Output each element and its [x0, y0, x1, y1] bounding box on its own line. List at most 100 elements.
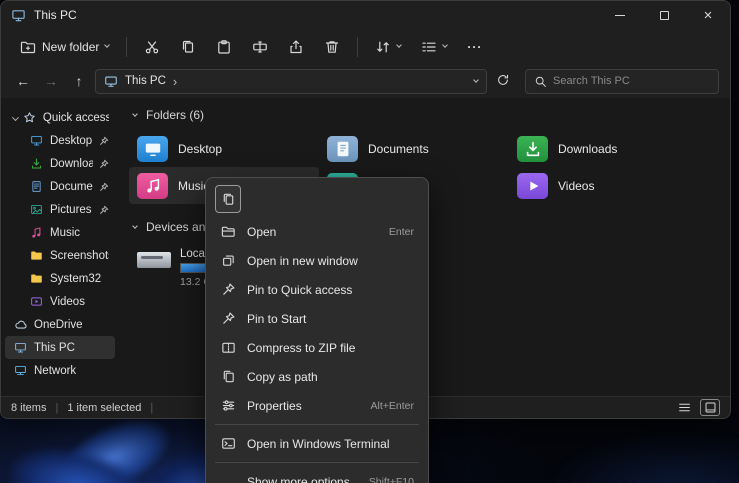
view-button[interactable]: [414, 34, 454, 60]
sidebar-item-pictures[interactable]: Pictures: [5, 198, 115, 221]
sidebar-item-screenshots[interactable]: Screenshots: [5, 244, 115, 267]
search-box[interactable]: [525, 69, 719, 94]
delete-button[interactable]: [317, 34, 347, 60]
folder-tile-desktop[interactable]: Desktop: [129, 130, 319, 167]
chevron-down-icon: [443, 42, 449, 48]
downloads-icon: [29, 156, 44, 171]
refresh-icon: [496, 73, 510, 87]
sidebar-item-this-pc[interactable]: This PC: [5, 336, 115, 359]
folder-name: Desktop: [178, 142, 222, 156]
breadcrumb-separator-icon: ›: [173, 74, 177, 89]
documents-icon: [29, 179, 44, 194]
sidebar-item-music[interactable]: Music: [5, 221, 115, 244]
chevron-down-icon: [105, 42, 111, 48]
address-bar[interactable]: This PC ›: [95, 69, 487, 94]
network-icon: [13, 363, 28, 378]
selection-count: 1 item selected: [67, 402, 141, 414]
folder-name: Downloads: [558, 142, 617, 156]
menu-item-pin-to-start[interactable]: Pin to Start: [211, 304, 423, 333]
new-folder-button[interactable]: New folder: [13, 34, 116, 60]
zip-icon: [220, 340, 236, 355]
sidebar-item-system32[interactable]: System32: [5, 267, 115, 290]
folder-icon: [29, 248, 44, 263]
sidebar-label: Pictures: [50, 204, 92, 216]
menu-item-label: Compress to ZIP file: [247, 341, 355, 355]
this-pc-icon: [13, 340, 28, 355]
sidebar-item-documents[interactable]: Documents: [5, 175, 115, 198]
menu-item-properties[interactable]: Properties Alt+Enter: [211, 391, 423, 420]
chevron-down-icon[interactable]: [473, 77, 479, 83]
details-view-icon: [678, 401, 691, 414]
menu-item-label: Pin to Start: [247, 312, 306, 326]
menu-item-pin-to-quick-access[interactable]: Pin to Quick access: [211, 275, 423, 304]
menu-item-open-in-new-window[interactable]: Open in new window: [211, 246, 423, 275]
sidebar-item-onedrive[interactable]: OneDrive: [5, 313, 115, 336]
menu-item-copy-as-path[interactable]: Copy as path: [211, 362, 423, 391]
more-options-button[interactable]: ···: [460, 35, 489, 59]
sidebar-label: Desktop: [50, 135, 92, 147]
menu-item-open-in-windows-terminal[interactable]: Open in Windows Terminal: [211, 429, 423, 458]
folder-tile-documents[interactable]: Documents: [319, 130, 509, 167]
folders-header-label: Folders (6): [146, 108, 204, 122]
back-button[interactable]: ←: [11, 69, 35, 93]
folder-tile-videos[interactable]: Videos: [509, 167, 699, 204]
copy-button[interactable]: [173, 34, 203, 60]
sort-button[interactable]: [368, 34, 408, 60]
sidebar-item-desktop[interactable]: Desktop: [5, 129, 115, 152]
large-icons-view-button[interactable]: [700, 399, 720, 416]
forward-button[interactable]: →: [39, 69, 63, 93]
context-menu: Open Enter Open in new window Pin to Qui…: [205, 177, 429, 483]
back-icon: ←: [16, 73, 30, 89]
videos-icon: [29, 294, 44, 309]
menu-item-compress-to-zip[interactable]: Compress to ZIP file: [211, 333, 423, 362]
sidebar-label: Network: [34, 365, 76, 377]
more-icon: ···: [467, 40, 482, 54]
sidebar-item-network[interactable]: Network: [5, 359, 115, 382]
paste-button[interactable]: [209, 34, 239, 60]
menu-separator: [215, 424, 419, 425]
pin-icon: [99, 205, 109, 215]
menu-item-shortcut: Enter: [389, 226, 414, 238]
copy-icon: [180, 39, 196, 55]
folder-tile-downloads[interactable]: Downloads: [509, 130, 699, 167]
folders-section-header[interactable]: Folders (6): [129, 108, 730, 122]
minimize-button[interactable]: [598, 1, 642, 29]
documents-folder-icon: [327, 136, 358, 162]
refresh-button[interactable]: [491, 69, 515, 93]
sidebar-item-downloads[interactable]: Downloads: [5, 152, 115, 175]
up-button[interactable]: ↑: [67, 69, 91, 93]
menu-item-label: Properties: [247, 399, 302, 413]
share-button[interactable]: [281, 34, 311, 60]
this-pc-icon: [11, 8, 26, 23]
maximize-button[interactable]: [642, 1, 686, 29]
copy-icon-button[interactable]: [215, 185, 241, 213]
close-button[interactable]: ×: [686, 1, 730, 29]
pin-icon: [99, 136, 109, 146]
sidebar-label: Downloads: [50, 158, 93, 170]
folder-name: Videos: [558, 179, 594, 193]
view-toggles: [674, 399, 720, 416]
chevron-down-icon[interactable]: [132, 223, 138, 229]
cut-button[interactable]: [137, 34, 167, 60]
sidebar-label: OneDrive: [34, 319, 83, 331]
cut-icon: [144, 39, 160, 55]
chevron-down-icon[interactable]: [132, 111, 138, 117]
titlebar[interactable]: This PC ×: [1, 1, 730, 29]
search-input[interactable]: [553, 75, 693, 87]
chevron-down-icon: [12, 114, 19, 121]
search-icon: [534, 75, 547, 88]
menu-item-show-more-options[interactable]: Show more options Shift+F10: [211, 467, 423, 483]
menu-item-label: Open in Windows Terminal: [247, 437, 390, 451]
sidebar-item-quick-access[interactable]: Quick access: [5, 106, 115, 129]
details-view-button[interactable]: [674, 399, 694, 416]
status-divider: |: [55, 402, 58, 414]
rename-button[interactable]: [245, 34, 275, 60]
sidebar-item-videos[interactable]: Videos: [5, 290, 115, 313]
properties-icon: [220, 398, 236, 413]
menu-item-open[interactable]: Open Enter: [211, 217, 423, 246]
window-title: This PC: [34, 8, 77, 22]
breadcrumb[interactable]: This PC: [125, 75, 166, 87]
chevron-down-icon: [397, 42, 403, 48]
menu-item-label: Open in new window: [247, 254, 358, 268]
item-count: 8 items: [11, 402, 46, 414]
